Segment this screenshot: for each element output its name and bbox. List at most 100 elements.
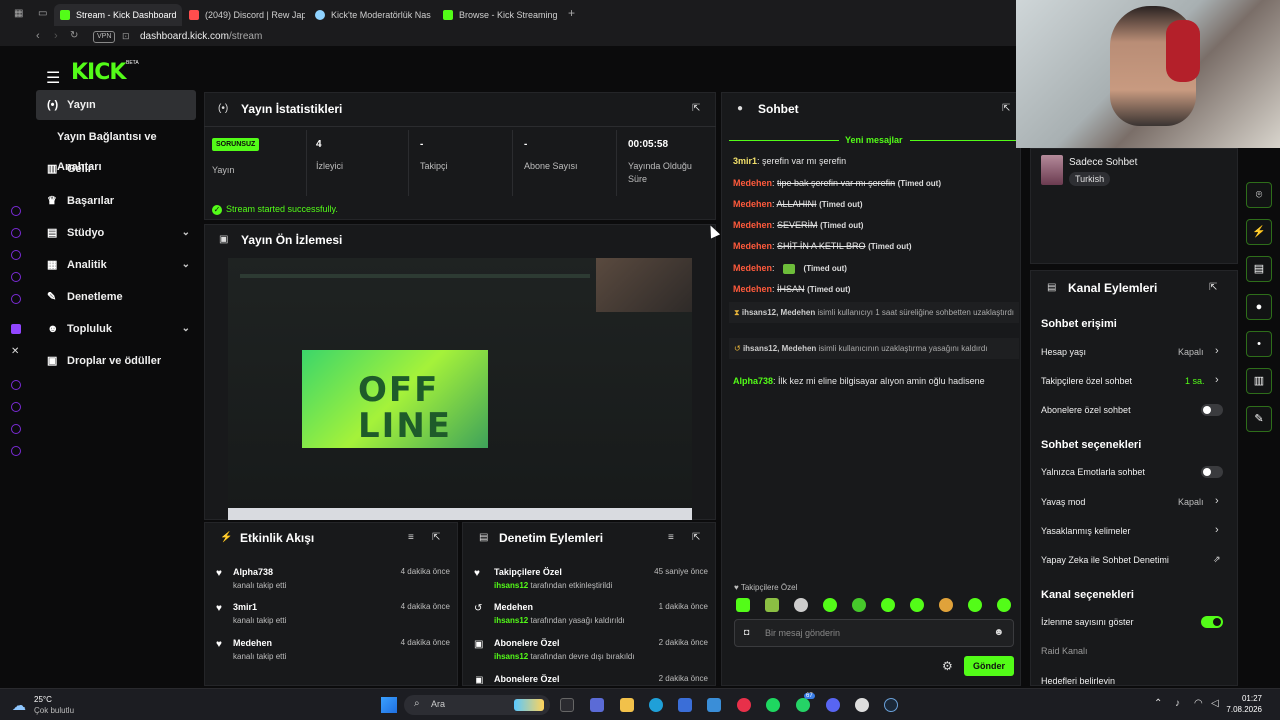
emote-icon[interactable] [997, 598, 1011, 612]
x-icon[interactable]: ✕ [11, 346, 19, 357]
sidebar-app-icon[interactable] [11, 250, 21, 260]
emote-icon[interactable] [968, 598, 982, 612]
gear-icon[interactable]: ⚙ [942, 659, 953, 673]
filter-icon[interactable]: ≡ [668, 532, 674, 543]
popout-icon[interactable]: ⇱ [692, 532, 700, 543]
clock-date[interactable]: 7.08.2026 [1224, 705, 1262, 714]
sidebar-app-icon[interactable] [11, 272, 21, 282]
sidebar-app-icon[interactable] [11, 402, 21, 412]
weather-icon[interactable]: ☁ [12, 697, 26, 714]
popout-icon[interactable]: ⇱ [1002, 103, 1010, 114]
chevron-up-icon[interactable]: ⌃ [1154, 698, 1162, 709]
external-link-icon[interactable]: ⇗ [1213, 554, 1221, 565]
hosted-setting[interactable]: Hedefleri belirleyin [1041, 676, 1115, 684]
sidebar-app-icon[interactable] [11, 228, 21, 238]
weather-temp[interactable]: 25°C [34, 695, 52, 704]
chat-input[interactable]: ◘ Bir mesaj gönderin ☻ [734, 619, 1014, 647]
quick-action-clip-icon[interactable]: ⌾ [1246, 182, 1272, 208]
language-tag[interactable]: Turkish [1069, 172, 1111, 186]
task-view-icon[interactable] [560, 698, 574, 712]
chat-username[interactable]: Medehen [733, 263, 772, 273]
emote-icon[interactable] [736, 598, 750, 612]
forward-icon[interactable]: › [54, 30, 58, 42]
emote-icon[interactable] [765, 598, 779, 612]
browser-menu-icon[interactable]: ▦ [14, 8, 23, 19]
slow-mode-setting[interactable]: Yavaş mod [1041, 497, 1085, 507]
action-name[interactable]: Medehen [494, 602, 533, 612]
follower-name[interactable]: Medehen [233, 638, 272, 648]
quick-action-stream-icon[interactable]: • [1246, 331, 1272, 357]
subs-chat-toggle[interactable] [1201, 404, 1223, 416]
emote-icon[interactable] [794, 598, 808, 612]
whatsapp-icon[interactable] [796, 698, 810, 712]
tab-kick-browse[interactable]: Browse - Kick Streaming [437, 4, 561, 26]
tab-discord[interactable]: (2049) Discord | Rew Jape [183, 4, 305, 26]
followers-chat-setting[interactable]: Takipçilere özel sohbet [1041, 376, 1132, 386]
moderator-name[interactable]: ihsans12 [494, 616, 528, 625]
popout-icon[interactable]: ⇱ [1209, 282, 1217, 293]
store-icon[interactable] [678, 698, 692, 712]
mic-icon[interactable]: ♪ [1175, 698, 1180, 709]
quick-action-lightning-icon[interactable]: ⚡ [1246, 219, 1272, 245]
sidebar-item-stream-key[interactable]: Yayın Bağlantısı ve Anahtarı [36, 122, 196, 173]
quick-action-wrench-icon[interactable]: ✎ [1246, 406, 1272, 432]
sidebar-app-icon[interactable] [11, 424, 21, 434]
sidebar-item-moderation[interactable]: ✎ Denetleme [36, 282, 196, 312]
sidebar-item-studio[interactable]: ▤ Stüdyo ⌄ [36, 218, 196, 248]
opera-icon[interactable] [737, 698, 751, 712]
raid-channel-setting[interactable]: Raid Kanalı [1041, 646, 1088, 656]
chevron-right-icon[interactable]: › [1215, 524, 1219, 536]
back-icon[interactable]: ‹ [36, 30, 40, 42]
mail-icon[interactable] [707, 698, 721, 712]
file-explorer-icon[interactable] [620, 698, 634, 712]
sidebar-item-achievements[interactable]: ♛ Başarılar [36, 186, 196, 216]
lock-icon[interactable]: ⊡ [122, 31, 130, 42]
sidebar-item-analytics[interactable]: ▦ Analitik ⌄ [36, 250, 196, 280]
wifi-icon[interactable]: ◠ [1194, 698, 1203, 709]
emote-icon[interactable] [939, 598, 953, 612]
kick-logo[interactable]: KICK [71, 60, 126, 85]
emote-icon[interactable] [910, 598, 924, 612]
quick-action-printer-icon[interactable]: ▥ [1246, 368, 1272, 394]
ai-moderation-setting[interactable]: Yapay Zeka ile Sohbet Denetimi [1041, 555, 1169, 565]
chat-username[interactable]: Medehen [733, 199, 772, 209]
sidebar-app-icon[interactable] [11, 294, 21, 304]
spotify-icon[interactable] [766, 698, 780, 712]
clock-time[interactable]: 01:27 [1232, 694, 1262, 703]
emote-icon[interactable] [823, 598, 837, 612]
volume-icon[interactable]: ◁ [1211, 698, 1219, 709]
chat-username[interactable]: Medehen [733, 241, 772, 251]
twitch-icon[interactable] [11, 324, 21, 334]
sidebar-app-icon[interactable] [11, 446, 21, 456]
hamburger-menu-icon[interactable]: ☰ [46, 68, 60, 88]
app-icon[interactable] [590, 698, 604, 712]
chat-username[interactable]: Alpha738 [733, 376, 773, 386]
emote-icon[interactable] [852, 598, 866, 612]
tab-actions-icon[interactable]: ▭ [38, 8, 47, 19]
sidebar-app-icon[interactable] [11, 380, 21, 390]
emoji-icon[interactable]: ☻ [993, 627, 1004, 638]
category-thumbnail[interactable] [1041, 155, 1063, 185]
sidebar-item-stream[interactable]: (•) Yayın [36, 90, 196, 120]
tab-kick-dashboard[interactable]: Stream - Kick Dashboard [54, 4, 182, 26]
chat-username[interactable]: Medehen [733, 178, 772, 188]
account-age-setting[interactable]: Hesap yaşı [1041, 347, 1086, 357]
chat-username[interactable]: 3mir1 [733, 156, 757, 166]
edge-icon[interactable] [649, 698, 663, 712]
category-name[interactable]: Sadece Sohbet [1069, 157, 1137, 168]
discord-icon[interactable] [826, 698, 840, 712]
popout-icon[interactable]: ⇱ [432, 532, 440, 543]
obs-icon[interactable] [855, 698, 869, 712]
banned-words-setting[interactable]: Yasaklanmış kelimeler [1041, 526, 1130, 536]
emote-icon[interactable] [881, 598, 895, 612]
follower-name[interactable]: 3mir1 [233, 602, 257, 612]
chat-username[interactable]: Medehen [733, 284, 772, 294]
chevron-right-icon[interactable]: › [1215, 495, 1219, 507]
show-viewers-toggle[interactable] [1201, 616, 1223, 628]
quick-action-chat-icon[interactable]: ● [1246, 294, 1272, 320]
chat-username[interactable]: Medehen [733, 220, 772, 230]
moderator-name[interactable]: ihsans12 [494, 581, 528, 590]
send-button[interactable]: Gönder [964, 656, 1014, 676]
sidebar-item-drops[interactable]: ▣ Droplar ve ödüller [36, 346, 196, 376]
sidebar-app-icon[interactable] [11, 206, 21, 216]
